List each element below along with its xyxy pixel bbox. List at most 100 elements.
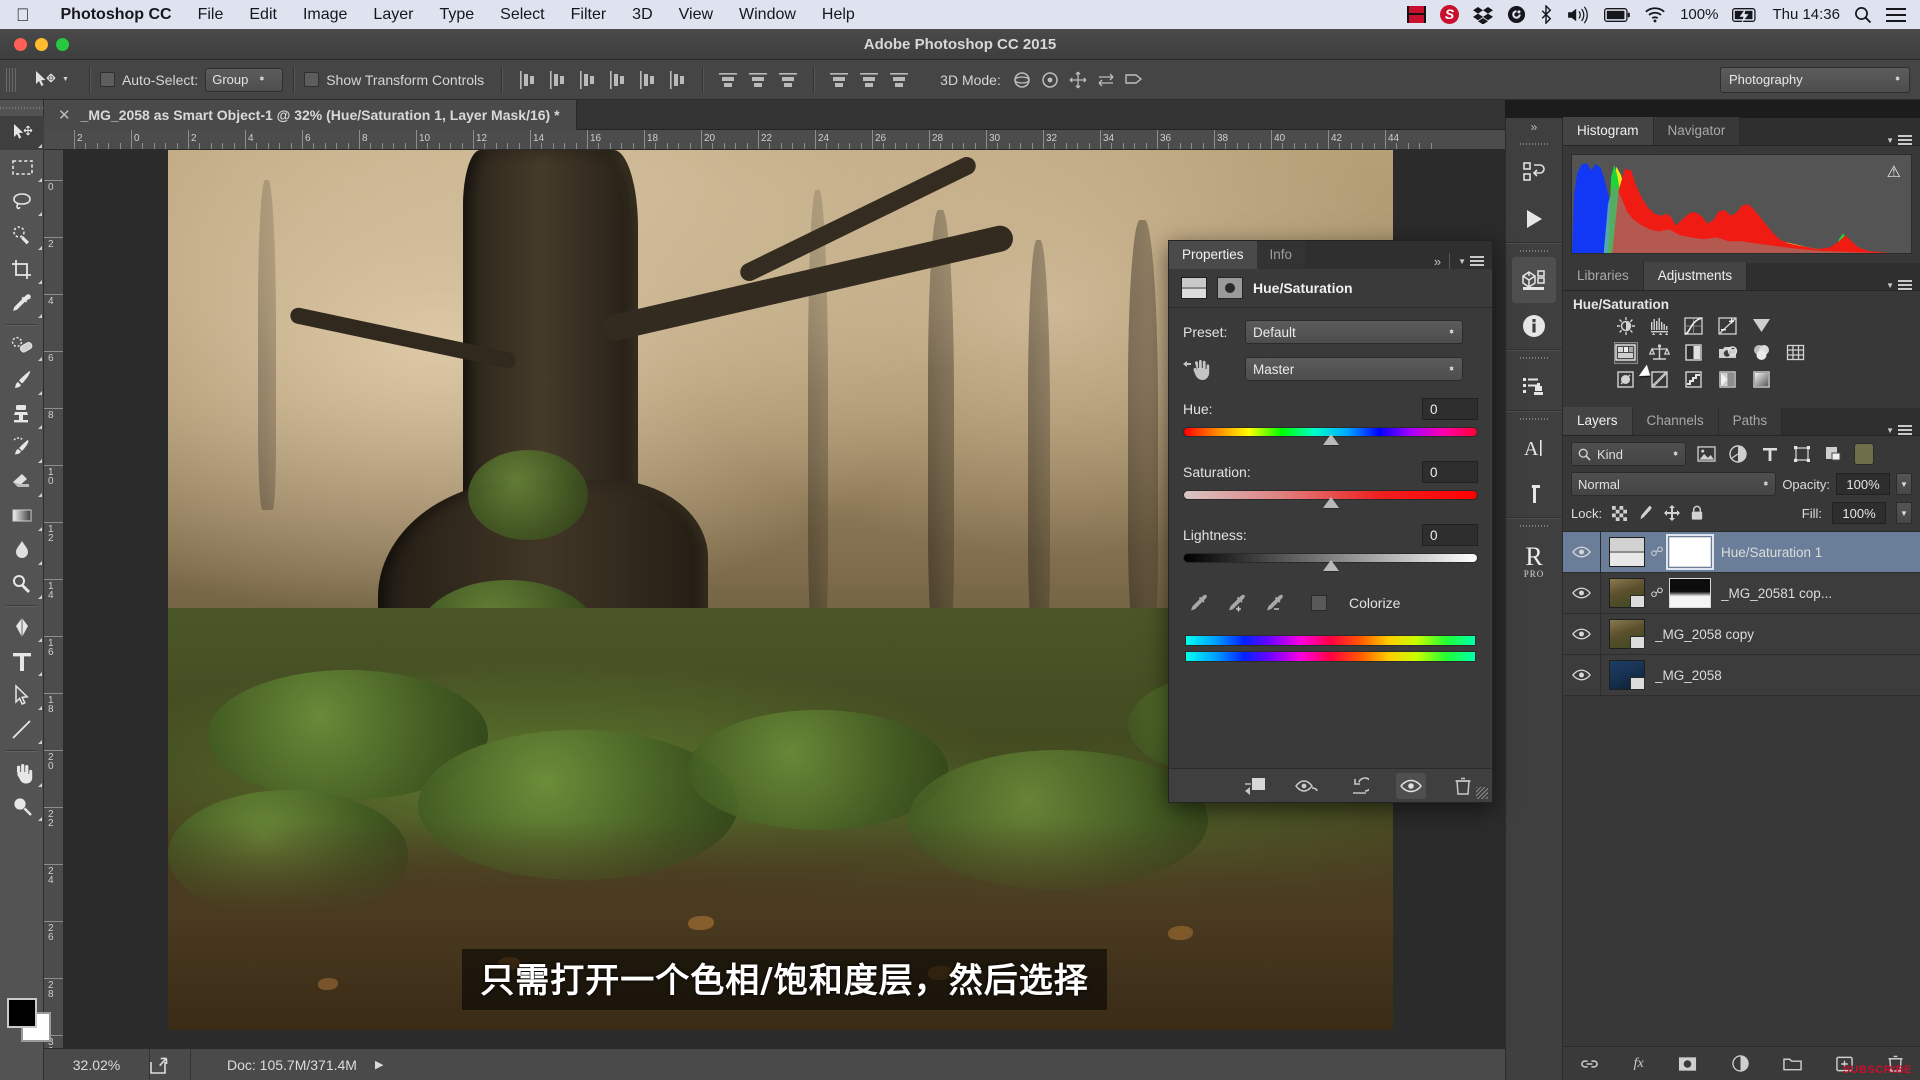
hue-saturation-icon[interactable] [1181,277,1207,299]
quick-selection-tool[interactable] [0,218,44,252]
distribute-vertical-centers-icon[interactable] [747,69,769,91]
hue-saturation-icon[interactable] [1614,342,1638,364]
layer-mask-thumbnail[interactable] [1666,534,1714,570]
show-transform-controls-checkbox[interactable] [304,72,320,87]
color-balance-icon[interactable] [1649,343,1671,363]
character-panel-icon[interactable]: A [1506,425,1562,471]
delete-adjustment-icon[interactable] [1448,773,1478,799]
eraser-tool[interactable] [0,465,44,499]
brightness-contrast-icon[interactable] [1615,316,1637,336]
layer-visibility-toggle-eye-icon[interactable] [1563,573,1601,613]
link-layers-icon[interactable] [1580,1056,1599,1072]
tab-info[interactable]: Info [1256,241,1306,269]
maximize-window-button[interactable] [56,38,69,51]
options-bar-grip[interactable] [6,67,16,92]
menu-edit[interactable]: Edit [236,0,290,29]
tab-navigator[interactable]: Navigator [1653,117,1741,145]
opacity-chevron-down-icon[interactable]: ▼ [1896,473,1912,495]
distribute-bottom-edges-icon[interactable] [777,69,799,91]
layer-thumbnail[interactable] [1609,578,1645,608]
filter-smart-object-icon[interactable] [1822,443,1846,465]
opacity-value[interactable]: 100% [1836,473,1890,495]
window-controls[interactable] [14,38,69,51]
posterize-icon[interactable] [1649,370,1671,390]
foreground-color-swatch[interactable] [7,998,37,1028]
gradient-tool[interactable] [0,499,44,533]
retouch-pro-icon[interactable]: R PRO [1506,532,1562,590]
align-horizontal-centers-icon[interactable] [546,69,568,91]
info-panel-icon[interactable] [1506,303,1562,349]
tab-paths[interactable]: Paths [1718,407,1783,435]
color-swatches[interactable] [7,998,51,1042]
add-mask-icon[interactable] [1678,1056,1697,1072]
eyedropper-tool[interactable] [0,286,44,320]
spot-healing-tool[interactable] [0,329,44,363]
layer-mask-thumbnail[interactable] [1669,578,1711,608]
distribute-top-edges-icon[interactable] [717,69,739,91]
play-actions-icon[interactable] [1506,196,1562,242]
layer-style-fx-icon[interactable]: fx [1634,1056,1644,1072]
list-menu-icon[interactable] [1886,7,1906,23]
hue-bar-result[interactable] [1185,651,1476,662]
zoom-tool[interactable] [0,789,44,823]
dock-grip[interactable] [1520,245,1548,257]
new-group-icon[interactable] [1783,1056,1802,1072]
align-right-edges-icon[interactable] [576,69,598,91]
film-icon[interactable] [1407,6,1427,23]
bluetooth-icon[interactable] [1540,5,1552,24]
new-adjustment-icon[interactable] [1731,1055,1749,1072]
move-tool[interactable] [0,116,44,150]
panel-menu-icon[interactable]: ▼ [1886,280,1920,290]
search-icon[interactable] [1854,6,1872,24]
menu-help[interactable]: Help [809,0,868,29]
menu-window[interactable]: Window [726,0,809,29]
vibrance-icon[interactable] [1751,316,1773,336]
tab-channels[interactable]: Channels [1632,407,1719,435]
horizontal-ruler[interactable]: 2 0 2 4 6 8 10 12 14 16 18 20 22 24 26 28 30 32 34 36 38 40 42… [44,130,1505,150]
3d-panel-icon[interactable] [1512,257,1556,303]
filter-type-icon[interactable] [1758,443,1782,465]
align-top-edges-icon[interactable] [606,69,628,91]
channel-select[interactable]: Master ▲ ▼ [1245,357,1463,381]
filter-adjustment-icon[interactable] [1726,443,1750,465]
zoom-level-field[interactable]: 32.02% [44,1057,149,1073]
layer-row[interactable]: _MG_2058 [1563,655,1920,696]
filter-enable-toggle[interactable] [1854,443,1874,465]
saturation-slider[interactable] [1169,490,1492,508]
toggle-visibility-icon[interactable] [1396,772,1426,799]
fill-value[interactable]: 100% [1832,502,1886,524]
workspace-select[interactable]: Photography ▲ ▼ [1720,66,1910,93]
eyedropper-subtract-icon[interactable] [1265,593,1287,613]
distribute-horizontal-centers-icon[interactable] [858,69,880,91]
exposure-icon[interactable] [1717,316,1739,336]
menu-image[interactable]: Image [290,0,360,29]
slide-3d-icon[interactable] [1095,69,1117,91]
layer-thumbnail[interactable] [1609,619,1645,649]
hue-slider-knob[interactable] [1322,434,1339,445]
toolbar-grip[interactable] [0,100,43,116]
lasso-tool[interactable] [0,184,44,218]
filter-pixel-icon[interactable] [1694,443,1718,465]
layer-mask-icon[interactable] [1217,277,1243,299]
layer-row[interactable]: ☍ _MG_20581 cop... [1563,573,1920,614]
vertical-ruler[interactable]: 024681012141618202224262830 [44,150,64,1048]
eyedropper-add-icon[interactable] [1227,593,1249,613]
dodge-tool[interactable] [0,567,44,601]
threshold-icon[interactable] [1683,370,1705,390]
layer-thumbnail[interactable] [1609,660,1645,690]
roll-3d-icon[interactable] [1039,69,1061,91]
auto-select-scope-select[interactable]: Group ▲ ▼ [205,67,284,92]
tab-histogram[interactable]: Histogram [1563,117,1654,145]
skitch-icon[interactable]: S [1440,5,1460,24]
channel-mixer-icon[interactable] [1751,343,1773,363]
layer-mask-link-icon[interactable]: ☍ [1649,544,1665,560]
share-icon[interactable] [150,1056,190,1074]
expand-arrows-icon[interactable]: » [1434,254,1441,269]
lock-image-icon[interactable] [1637,505,1654,521]
menu-select[interactable]: Select [487,0,557,29]
path-selection-tool[interactable] [0,678,44,712]
app-icon[interactable] [1507,5,1526,24]
line-tool[interactable] [0,712,44,746]
tab-adjustments[interactable]: Adjustments [1643,262,1748,290]
reset-icon[interactable] [1344,773,1374,799]
